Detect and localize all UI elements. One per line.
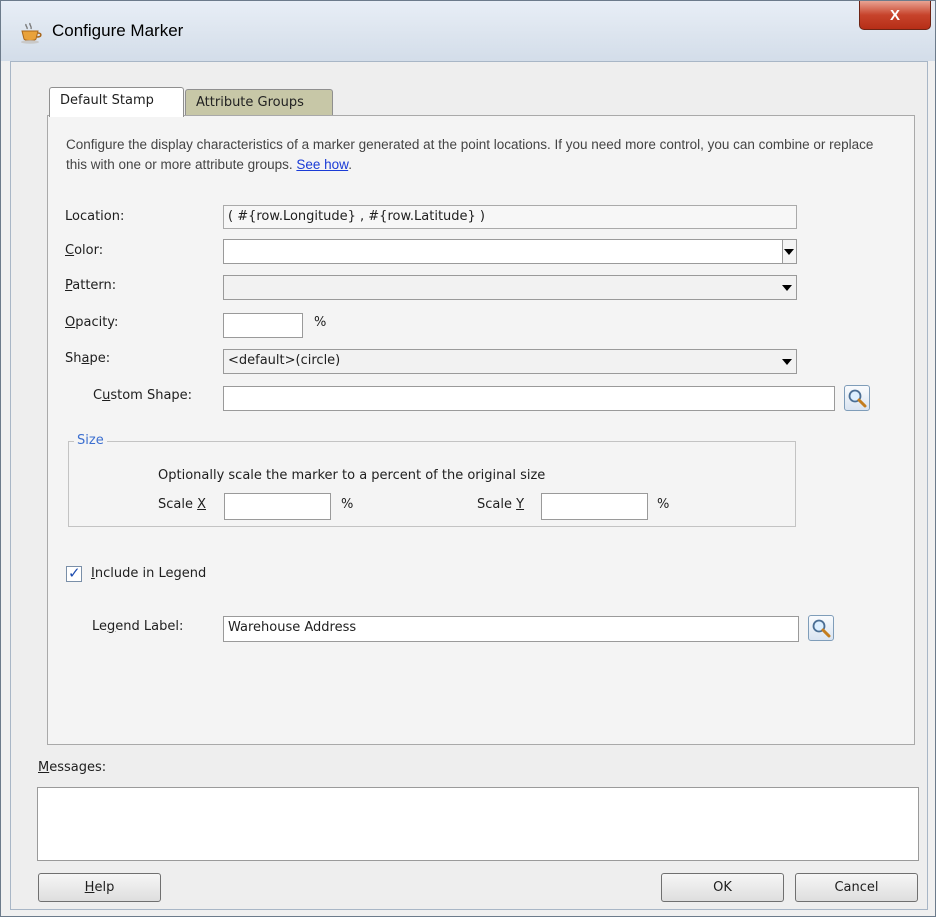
shape-value: <default>(circle) [228,353,341,368]
help-mnemonic: H [84,880,95,895]
custom-shape-label: Custom Shape: [93,388,192,403]
color-mnemonic: C [65,243,75,258]
pattern-label-rest: attern: [72,278,117,293]
custom-shape-label-pre: C [93,388,103,403]
include-in-legend-checkbox[interactable]: ✓ [66,564,82,582]
description-body: Configure the display characteristics of… [66,137,874,172]
messages-mnemonic: M [38,760,50,775]
size-group: Size Optionally scale the marker to a pe… [68,433,796,527]
scale-y-label-pre: Scale [477,497,517,512]
scale-x-label-pre: Scale [158,497,198,512]
opacity-mnemonic: O [65,315,76,330]
description-suffix: . [348,157,352,172]
scale-y-mnemonic: Y [516,497,525,512]
messages-label-rest: essages: [49,760,107,775]
ok-button[interactable]: OK [661,873,784,902]
opacity-unit: % [314,315,327,330]
messages-area[interactable] [37,787,919,861]
tab-attribute-groups[interactable]: Attribute Groups [185,89,333,115]
location-field: ( #{row.Longitude} , #{row.Latitude} ) [223,205,797,229]
shape-label: Shape: [65,351,110,366]
custom-shape-label-rest: stom Shape: [110,388,193,403]
include-label-rest: nclude in Legend [94,566,207,581]
custom-shape-input[interactable] [223,386,835,411]
messages-label: Messages: [38,760,106,775]
chevron-down-icon [784,249,794,255]
size-hint: Optionally scale the marker to a percent… [158,468,546,483]
scale-x-label: Scale X [158,497,206,512]
chevron-down-icon [782,359,792,365]
pattern-label: Pattern: [65,278,116,293]
legend-label-rest: end Label: [115,619,184,634]
scale-y-label: Scale Y [477,497,524,512]
default-stamp-panel: Configure the display characteristics of… [47,115,915,745]
tab-default-stamp[interactable]: Default Stamp [49,87,184,117]
scale-x-unit: % [341,497,354,512]
checkmark-icon: ✓ [68,564,81,582]
magnifier-icon [812,619,831,638]
color-dropdown-button[interactable] [782,240,796,263]
window-title: Configure Marker [52,21,184,40]
pattern-combo[interactable] [223,275,797,300]
configure-marker-dialog: Configure Marker X Default Stamp Attribu… [0,0,936,917]
see-how-link[interactable]: See how [296,157,348,172]
dialog-body: Default Stamp Attribute Groups Configure… [10,61,928,910]
color-combo[interactable] [223,239,797,264]
shape-combo[interactable]: <default>(circle) [223,349,797,374]
color-label: Color: [65,243,103,258]
scale-x-mnemonic: X [197,497,207,512]
legend-label-pre: Le [92,619,108,634]
help-button[interactable]: Help [38,873,161,902]
custom-shape-browse-button[interactable] [844,385,870,411]
include-in-legend-label[interactable]: Include in Legend [91,566,206,581]
close-button[interactable]: X [859,1,931,30]
description-text: Configure the display characteristics of… [66,135,896,175]
legend-label-browse-button[interactable] [808,615,834,641]
scale-x-input[interactable] [224,493,331,520]
location-label: Location: [65,209,125,224]
legend-label-label: Legend Label: [92,619,183,634]
opacity-label: Opacity: [65,315,118,330]
magnifier-icon [848,389,867,408]
shape-label-rest: pe: [89,351,111,366]
scale-y-unit: % [657,497,670,512]
title-bar[interactable]: Configure Marker X [1,1,935,61]
opacity-input[interactable] [223,313,303,338]
opacity-label-rest: pacity: [75,315,119,330]
coffee-cup-icon [21,22,42,44]
cancel-button[interactable]: Cancel [795,873,918,902]
legend-label-input[interactable]: Warehouse Address [223,616,799,642]
chevron-down-icon [782,285,792,291]
shape-label-pre: Sh [65,351,82,366]
help-label-rest: elp [94,880,115,895]
scale-y-input[interactable] [541,493,648,520]
size-group-title: Size [74,433,107,448]
color-label-rest: olor: [74,243,104,258]
